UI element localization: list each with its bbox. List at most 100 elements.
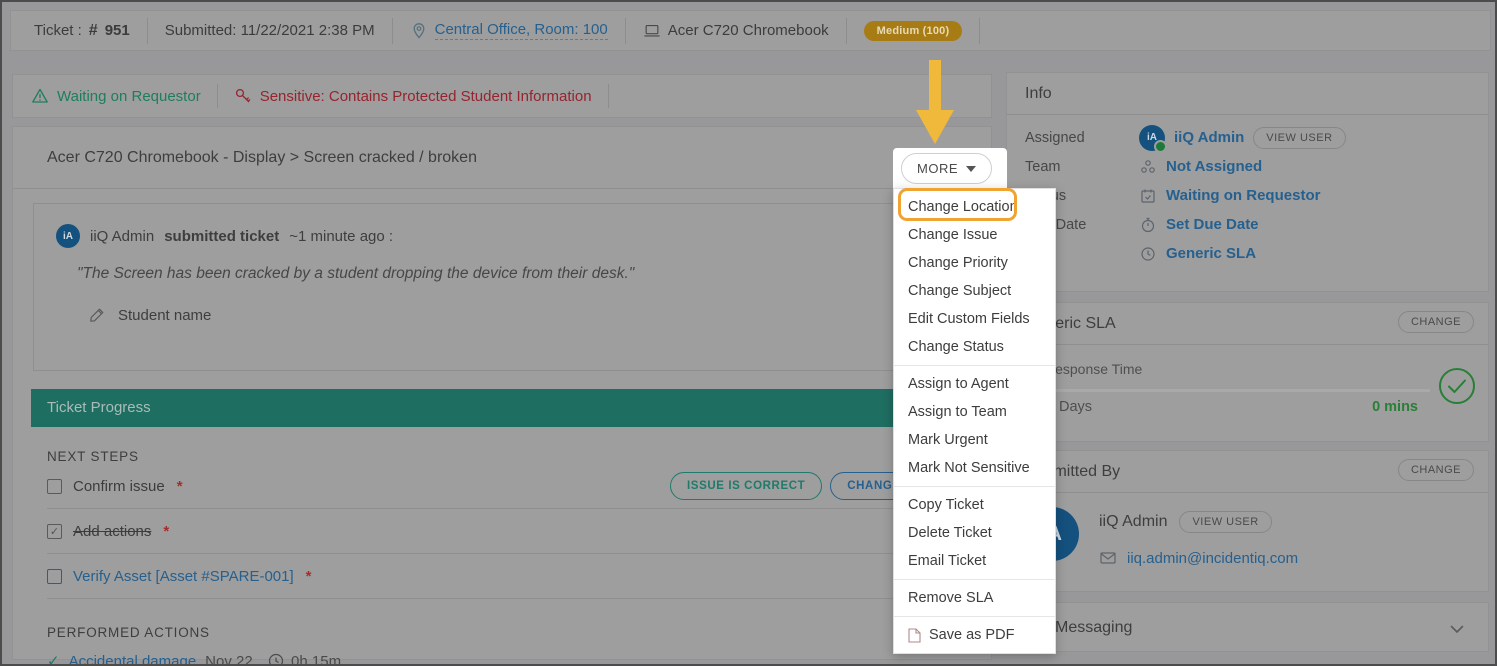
submitter-name: iiQ Admin xyxy=(1099,513,1167,531)
due-date-link[interactable]: Set Due Date xyxy=(1166,216,1259,233)
sla-link[interactable]: Generic SLA xyxy=(1166,245,1256,262)
info-row-due-date: Due Date Set Due Date xyxy=(1025,210,1470,239)
pencil-icon xyxy=(88,306,106,324)
team-link[interactable]: Not Assigned xyxy=(1166,158,1262,175)
comment-time: ~1 minute ago : xyxy=(289,228,393,245)
ticket-number-segment: Ticket : # 951 xyxy=(17,18,147,44)
menu-item-change-status[interactable]: Change Status xyxy=(894,333,1055,361)
submitter-email-link[interactable]: iiq.admin@incidentiq.com xyxy=(1127,550,1298,567)
more-dropdown-menu: Change Location Change Issue Change Prio… xyxy=(893,188,1056,654)
more-button[interactable]: MORE xyxy=(901,153,992,184)
next-steps-label: NEXT STEPS xyxy=(47,449,991,464)
sla-met-check-icon xyxy=(1438,367,1476,405)
info-panel: Info Assigned iA iiQ Admin VIEW USER Tea… xyxy=(1006,72,1489,292)
step-add-actions: ✓ Add actions * xyxy=(47,509,973,554)
submitted-text: Submitted: 11/22/2021 2:38 PM xyxy=(165,22,375,39)
menu-item-label: Save as PDF xyxy=(929,621,1014,649)
callout-arrow-icon xyxy=(916,60,954,144)
location-link[interactable]: Central Office, Room: 100 xyxy=(435,21,608,40)
sla-progress-track xyxy=(1045,389,1430,392)
avatar: iA xyxy=(1139,125,1165,151)
performed-duration: 0h 15m xyxy=(291,653,341,666)
messaging-panel[interactable]: Messaging xyxy=(1006,602,1489,652)
submitted-by-change-button[interactable]: CHANGE xyxy=(1398,459,1474,481)
step-confirm-issue: Confirm issue* ISSUE IS CORRECT CHANGE I… xyxy=(47,464,973,509)
check-icon: ✓ xyxy=(47,652,60,666)
performed-actions-label: PERFORMED ACTIONS xyxy=(47,625,991,640)
view-user-button[interactable]: VIEW USER xyxy=(1253,127,1345,149)
performed-date: Nov 22 , xyxy=(205,653,261,666)
assigned-user-link[interactable]: iiQ Admin xyxy=(1174,129,1244,146)
sla-time-value: 0 mins xyxy=(1372,399,1418,415)
ticket-comment: iA iiQ Admin submitted ticket ~1 minute … xyxy=(33,203,971,371)
ticket-progress-header: Ticket Progress xyxy=(31,389,973,427)
sensitive-flag: Sensitive: Contains Protected Student In… xyxy=(234,87,592,105)
menu-item-change-subject[interactable]: Change Subject xyxy=(894,277,1055,305)
menu-item-change-location[interactable]: Change Location xyxy=(894,193,1055,221)
menu-item-edit-custom-fields[interactable]: Edit Custom Fields xyxy=(894,305,1055,333)
ticket-icon: # xyxy=(89,22,98,40)
menu-item-mark-not-sensitive[interactable]: Mark Not Sensitive xyxy=(894,454,1055,482)
performed-action-link[interactable]: Accidental damage xyxy=(69,653,197,666)
view-user-button[interactable]: VIEW USER xyxy=(1179,511,1271,533)
laptop-icon xyxy=(643,22,661,40)
menu-item-change-issue[interactable]: Change Issue xyxy=(894,221,1055,249)
checkbox-unchecked[interactable] xyxy=(47,479,62,494)
team-icon xyxy=(1139,158,1157,176)
stopwatch-icon xyxy=(1139,216,1157,234)
chevron-down-icon[interactable] xyxy=(1448,620,1466,638)
menu-item-remove-sla[interactable]: Remove SLA xyxy=(894,584,1055,612)
comment-quote: "The Screen has been cracked by a studen… xyxy=(77,265,948,283)
comment-action: submitted ticket xyxy=(164,228,279,245)
ticket-main-card: Acer C720 Chromebook - Display > Screen … xyxy=(12,126,992,660)
info-label: Team xyxy=(1025,159,1139,175)
avatar: iA xyxy=(56,224,80,248)
checkbox-checked[interactable]: ✓ xyxy=(47,524,62,539)
comment-author: iiQ Admin xyxy=(90,228,154,245)
menu-separator xyxy=(894,616,1055,617)
device-segment: Acer C720 Chromebook xyxy=(625,18,846,44)
menu-item-change-priority[interactable]: Change Priority xyxy=(894,249,1055,277)
submitted-segment: Submitted: 11/22/2021 2:38 PM xyxy=(147,18,392,44)
menu-item-email-ticket[interactable]: Email Ticket xyxy=(894,547,1055,575)
info-row-sla: SLA Generic SLA xyxy=(1025,239,1470,268)
verify-asset-link[interactable]: Verify Asset [Asset #SPARE-001] xyxy=(73,568,294,585)
menu-item-assign-to-agent[interactable]: Assign to Agent xyxy=(894,370,1055,398)
info-row-assigned: Assigned iA iiQ Admin VIEW USER xyxy=(1025,123,1470,152)
menu-item-save-as-pdf[interactable]: Save as PDF xyxy=(894,621,1055,649)
menu-item-copy-ticket[interactable]: Copy Ticket xyxy=(894,491,1055,519)
menu-separator xyxy=(894,579,1055,580)
response-time-label: Response Time xyxy=(1045,361,1142,377)
priority-segment: Medium (100) xyxy=(846,18,980,44)
performed-action-row: ✓ Accidental damage Nov 22 , 0h 15m xyxy=(47,652,991,666)
calendar-check-icon xyxy=(1139,187,1157,205)
pdf-file-icon xyxy=(908,628,921,643)
location-pin-icon xyxy=(410,22,428,40)
menu-separator xyxy=(894,365,1055,366)
menu-separator xyxy=(894,486,1055,487)
info-panel-title: Info xyxy=(1007,73,1488,115)
info-label: Assigned xyxy=(1025,130,1139,146)
warning-icon xyxy=(31,87,49,105)
key-icon xyxy=(234,87,252,105)
step-label: Add actions xyxy=(73,523,151,540)
status-link[interactable]: Waiting on Requestor xyxy=(1166,187,1320,204)
ticket-number: 951 xyxy=(105,22,130,39)
menu-item-delete-ticket[interactable]: Delete Ticket xyxy=(894,519,1055,547)
menu-item-mark-urgent[interactable]: Mark Urgent xyxy=(894,426,1055,454)
menu-item-assign-to-team[interactable]: Assign to Team xyxy=(894,398,1055,426)
issue-is-correct-button[interactable]: ISSUE IS CORRECT xyxy=(670,472,822,500)
ticket-title: Acer C720 Chromebook - Display > Screen … xyxy=(13,127,991,189)
more-button-label: MORE xyxy=(917,161,958,176)
messaging-title: Messaging xyxy=(1007,603,1488,653)
ticket-label: Ticket : xyxy=(34,22,82,39)
sla-change-button[interactable]: CHANGE xyxy=(1398,311,1474,333)
checkbox-unchecked[interactable] xyxy=(47,569,62,584)
workflow-status-text: Waiting on Requestor xyxy=(57,88,201,105)
mail-icon xyxy=(1099,549,1117,567)
ticket-header-bar: Ticket : # 951 Submitted: 11/22/2021 2:3… xyxy=(10,10,1491,51)
comment-attachment[interactable]: Student name xyxy=(88,306,948,324)
required-marker: * xyxy=(163,523,169,540)
clock-icon xyxy=(267,652,285,666)
location-segment: Central Office, Room: 100 xyxy=(392,18,625,44)
